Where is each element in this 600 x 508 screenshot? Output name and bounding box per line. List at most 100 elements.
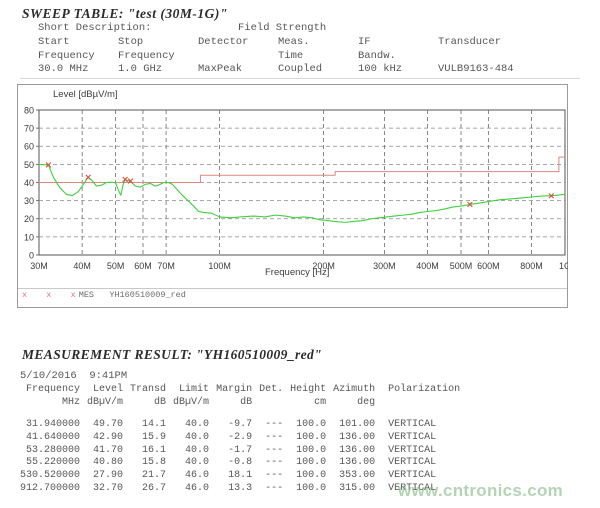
y-axis-tick-label: 50 bbox=[24, 160, 34, 170]
sweep-col-line2: Frequency bbox=[118, 50, 175, 62]
table-cell: 18.1 bbox=[216, 470, 259, 483]
legend-type-label: MES bbox=[79, 290, 94, 300]
bottom-fade bbox=[0, 496, 600, 508]
y-axis-tick-label: 20 bbox=[24, 214, 34, 224]
x-axis-tick-label: 200M bbox=[312, 261, 335, 271]
x-axis-tick-label: 100M bbox=[208, 261, 231, 271]
measurement-trace bbox=[39, 164, 565, 222]
legend-marker-symbols: x x x bbox=[22, 290, 79, 300]
measurement-date: 5/10/2016 bbox=[20, 370, 77, 382]
report-page: SWEEP TABLE: "test (30M-1G)" Short Descr… bbox=[0, 0, 600, 508]
table-cell: 13.3 bbox=[216, 483, 259, 496]
x-axis-tick-label: 400M bbox=[416, 261, 439, 271]
table-row: 530.52000027.9021.746.018.1---100.0353.0… bbox=[20, 470, 467, 483]
sweep-column-stop-frequency: Stop Frequency 1.0 GHz bbox=[118, 36, 175, 77]
table-cell: 100.0 bbox=[290, 445, 333, 458]
measurement-result-title: MEASUREMENT RESULT: "YH160510009_red" bbox=[22, 347, 322, 363]
table-cell: 14.1 bbox=[130, 419, 173, 432]
sweep-col-line1: Stop bbox=[118, 36, 143, 48]
table-cell: VERTICAL bbox=[382, 470, 467, 483]
column-header-limit: LimitdBµV/m bbox=[173, 384, 216, 409]
x-axis-tick-label: 800M bbox=[520, 261, 543, 271]
sweep-col-line1: Transducer bbox=[438, 36, 501, 48]
y-axis-tick-label: 40 bbox=[24, 178, 34, 188]
sweep-col-value: 1.0 GHz bbox=[118, 63, 162, 75]
column-header-polarization: Polarization bbox=[382, 384, 467, 409]
table-row: 31.94000049.7014.140.0-9.7---100.0101.00… bbox=[20, 419, 467, 432]
table-cell: --- bbox=[259, 445, 290, 458]
table-cell: --- bbox=[259, 483, 290, 496]
x-axis-tick-label: 1G bbox=[559, 261, 568, 271]
table-cell: VERTICAL bbox=[382, 432, 467, 445]
table-cell: VERTICAL bbox=[382, 483, 467, 496]
table-cell: 100.0 bbox=[290, 419, 333, 432]
x-axis-tick-label: 70M bbox=[157, 261, 175, 271]
column-header-height: Heightcm bbox=[290, 384, 333, 409]
table-cell: 41.70 bbox=[87, 445, 130, 458]
column-header-frequency: FrequencyMHz bbox=[20, 384, 87, 409]
x-axis-tick-label: 60M bbox=[134, 261, 152, 271]
table-cell: 41.640000 bbox=[20, 432, 87, 445]
sweep-column-transducer: Transducer VULB9163-484 bbox=[438, 36, 514, 77]
table-row: 55.22000040.8015.840.0-0.8---100.0136.00… bbox=[20, 457, 467, 470]
table-cell: 55.220000 bbox=[20, 457, 87, 470]
sweep-column-meas-time: Meas. Time Coupled bbox=[278, 36, 322, 77]
table-cell: VERTICAL bbox=[382, 457, 467, 470]
table-cell: VERTICAL bbox=[382, 419, 467, 432]
legend-trace-name: YH160510009_red bbox=[109, 290, 186, 300]
table-cell: 26.7 bbox=[130, 483, 173, 496]
sweep-col-line2: Time bbox=[278, 50, 303, 62]
sweep-table-title: SWEEP TABLE: "test (30M-1G)" bbox=[22, 6, 228, 22]
table-row: 41.64000042.9015.940.0-2.9---100.0136.00… bbox=[20, 432, 467, 445]
table-cell: 40.0 bbox=[173, 419, 216, 432]
column-header-margin: MargindB bbox=[216, 384, 259, 409]
y-axis-tick-label: 30 bbox=[24, 196, 34, 206]
table-row: 53.28000041.7016.140.0-1.7---100.0136.00… bbox=[20, 445, 467, 458]
table-cell: 912.700000 bbox=[20, 483, 87, 496]
table-cell: 21.7 bbox=[130, 470, 173, 483]
table-cell: -1.7 bbox=[216, 445, 259, 458]
table-cell: 40.80 bbox=[87, 457, 130, 470]
table-cell: 136.00 bbox=[333, 457, 382, 470]
table-cell: 31.940000 bbox=[20, 419, 87, 432]
sweep-col-value: 100 kHz bbox=[358, 63, 402, 75]
table-cell: -0.8 bbox=[216, 457, 259, 470]
table-cell: 42.90 bbox=[87, 432, 130, 445]
column-header-azimuth: Azimuthdeg bbox=[333, 384, 382, 409]
limit-line bbox=[39, 157, 565, 182]
measurement-results-table: FrequencyMHz LeveldBµV/m TransddB Limitd… bbox=[20, 384, 467, 496]
y-axis-tick-label: 60 bbox=[24, 142, 34, 152]
x-axis-tick-label: 500M bbox=[450, 261, 473, 271]
sweep-col-value: 30.0 MHz bbox=[38, 63, 88, 75]
measurement-datetime: 5/10/2016 9:41PM bbox=[20, 370, 127, 382]
table-cell: 40.0 bbox=[173, 445, 216, 458]
table-cell: --- bbox=[259, 419, 290, 432]
y-axis-tick-label: 10 bbox=[24, 232, 34, 242]
chart-legend: x x xMES YH160510009_red bbox=[22, 290, 186, 300]
column-header-det: Det. bbox=[259, 384, 290, 409]
sweep-col-value: VULB9163-484 bbox=[438, 63, 514, 75]
short-description-label: Short Description: bbox=[38, 22, 151, 35]
table-row: 912.70000032.7026.746.013.3---100.0315.0… bbox=[20, 483, 467, 496]
table-cell: 15.9 bbox=[130, 432, 173, 445]
table-cell: 136.00 bbox=[333, 432, 382, 445]
table-cell: 40.0 bbox=[173, 432, 216, 445]
y-axis-tick-label: 0 bbox=[29, 250, 34, 260]
table-cell: 46.0 bbox=[173, 483, 216, 496]
emc-sweep-plot: 30M40M50M60M70M100M200M300M400M500M600M8… bbox=[17, 84, 568, 308]
table-cell: 100.0 bbox=[290, 457, 333, 470]
table-cell: 32.70 bbox=[87, 483, 130, 496]
table-cell: --- bbox=[259, 432, 290, 445]
table-cell: 46.0 bbox=[173, 470, 216, 483]
table-cell: VERTICAL bbox=[382, 445, 467, 458]
measurement-time: 9:41PM bbox=[89, 370, 127, 382]
table-cell: 136.00 bbox=[333, 445, 382, 458]
table-cell: -2.9 bbox=[216, 432, 259, 445]
table-cell: 530.520000 bbox=[20, 470, 87, 483]
short-description-value: Field Strength bbox=[238, 22, 326, 35]
measurement-results-body: 31.94000049.7014.140.0-9.7---100.0101.00… bbox=[20, 419, 467, 496]
sweep-col-line2: Frequency bbox=[38, 50, 95, 62]
table-cell: 101.00 bbox=[333, 419, 382, 432]
x-axis-tick-label: 50M bbox=[107, 261, 125, 271]
table-cell: 100.0 bbox=[290, 483, 333, 496]
